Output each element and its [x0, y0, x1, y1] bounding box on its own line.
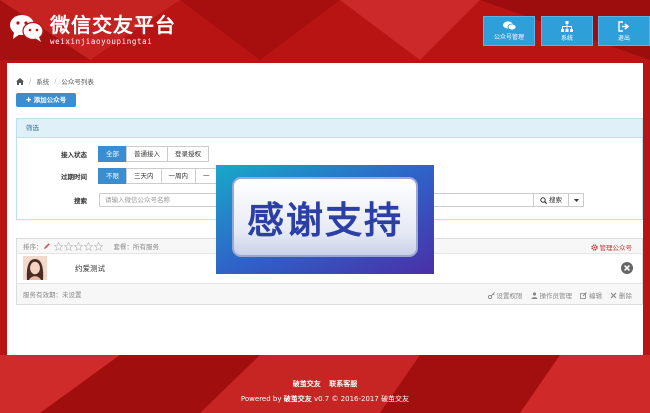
star-icon[interactable] — [73, 241, 83, 251]
operator-management-button[interactable]: 操作员管理 — [531, 290, 573, 300]
set-permissions-button[interactable]: 设置权限 — [487, 290, 523, 300]
nav-label: 系统 — [560, 34, 573, 42]
expire-time-group: 不限 三天内 一周内 一 — [98, 168, 218, 184]
powered-owner: 破茧交友 — [381, 395, 410, 403]
star-icon[interactable] — [53, 241, 63, 251]
plus-icon: ✚ — [25, 96, 32, 104]
star-icon[interactable] — [93, 241, 103, 251]
footer: 破茧交友 联系客服 Powered by 破茧交友 v0.7 © 2016-20… — [0, 379, 650, 404]
account-avatar[interactable] — [23, 256, 47, 280]
account-name[interactable]: 约爱测试 — [75, 263, 105, 274]
chat-bubbles-icon — [502, 21, 516, 31]
header: 微信交友平台 weixinjiaoyoupingtai 公众号管理 系统 退出 — [0, 0, 650, 60]
filter-label: 接入状态 — [61, 151, 87, 159]
app-title: 微信交友平台 — [50, 13, 176, 37]
manage-account-link[interactable]: 管理公众号 — [590, 242, 633, 252]
powered-brand[interactable]: 破茧交友 — [284, 395, 312, 403]
sign-out-icon — [618, 20, 630, 32]
thanks-overlay: 感谢支持 — [216, 165, 434, 274]
star-icon[interactable] — [83, 241, 93, 251]
pencil-icon[interactable] — [43, 242, 51, 250]
action-label: 编辑 — [589, 292, 602, 300]
expire-option-any[interactable]: 不限 — [98, 168, 127, 184]
expire-option-more[interactable]: 一 — [195, 168, 218, 184]
filter-title: 筛选 — [17, 119, 642, 138]
edit-icon — [580, 291, 587, 299]
remove-icon[interactable] — [621, 262, 633, 276]
nav-logout[interactable]: 退出 — [598, 16, 650, 46]
key-icon — [487, 291, 495, 299]
nav-system[interactable]: 系统 — [541, 16, 593, 46]
add-account-label: 添加公众号 — [33, 96, 67, 104]
footer-link-contact[interactable]: 联系客服 — [329, 380, 357, 388]
nav-label: 公众号管理 — [493, 34, 524, 41]
star-icon[interactable] — [63, 241, 73, 251]
powered-version: v0.7 © 2016-2017 — [311, 395, 382, 403]
edit-button[interactable]: 编辑 — [580, 290, 602, 300]
home-icon[interactable] — [16, 77, 24, 85]
delete-button[interactable]: 删除 — [610, 290, 632, 300]
breadcrumb: / 系统 / 公众号列表 — [16, 76, 94, 86]
filter-label: 搜索 — [74, 197, 87, 205]
sitemap-icon — [561, 20, 573, 32]
access-option-all[interactable]: 全部 — [98, 146, 127, 162]
action-label: 设置权限 — [496, 292, 523, 300]
wechat-icon — [10, 14, 44, 42]
footer-link-brand[interactable]: 破茧交友 — [293, 380, 321, 388]
search-button-label: 搜索 — [549, 196, 562, 204]
access-option-oauth[interactable]: 登录授权 — [167, 146, 209, 162]
logo[interactable]: 微信交友平台 weixinjiaoyoupingtai — [10, 14, 176, 46]
breadcrumb-separator: / — [54, 77, 57, 85]
caret-down-icon — [573, 198, 579, 202]
user-icon — [531, 291, 537, 299]
filter-label: 过期时间 — [61, 173, 87, 181]
filter-row-access: 接入状态 全部 普通接入 登录授权 — [17, 146, 209, 162]
add-account-button[interactable]: ✚ 添加公众号 — [16, 93, 76, 107]
breadcrumb-item-account-list: 公众号列表 — [61, 78, 94, 86]
breadcrumb-separator: / — [29, 77, 32, 85]
access-option-normal[interactable]: 普通接入 — [126, 146, 168, 162]
nav-account-management[interactable]: 公众号管理 — [483, 16, 535, 46]
filter-row-expire: 过期时间 不限 三天内 一周内 一 — [17, 168, 218, 184]
expire-option-week[interactable]: 一周内 — [160, 168, 196, 184]
sort-label: 排序： — [23, 243, 43, 251]
breadcrumb-item-system[interactable]: 系统 — [36, 76, 49, 86]
app-subtitle: weixinjiaoyoupingtai — [50, 37, 153, 46]
package-label: 套餐：所有服务 — [113, 243, 160, 251]
account-actions: 设置权限 操作员管理 编辑 删除 — [480, 290, 632, 300]
search-button[interactable]: 搜索 — [533, 193, 569, 207]
search-dropdown-toggle[interactable] — [568, 193, 584, 207]
search-icon — [540, 196, 547, 204]
action-label: 操作员管理 — [539, 292, 573, 300]
thanks-text: 感谢支持 — [247, 199, 403, 242]
rating-stars[interactable] — [53, 241, 104, 251]
access-status-group: 全部 普通接入 登录授权 — [98, 146, 209, 162]
manage-account-label: 管理公众号 — [599, 244, 633, 252]
nav-label: 退出 — [617, 34, 630, 42]
powered-prefix: Powered by — [240, 395, 284, 403]
thanks-badge: 感谢支持 — [232, 177, 418, 257]
action-label: 删除 — [619, 292, 632, 300]
account-card-footer: 服务有效期：未设置 设置权限 操作员管理 编辑 删除 — [17, 284, 642, 304]
service-validity: 服务有效期：未设置 — [23, 291, 82, 299]
gear-icon — [590, 243, 598, 251]
expire-option-3days[interactable]: 三天内 — [126, 168, 162, 184]
close-icon — [610, 292, 617, 298]
